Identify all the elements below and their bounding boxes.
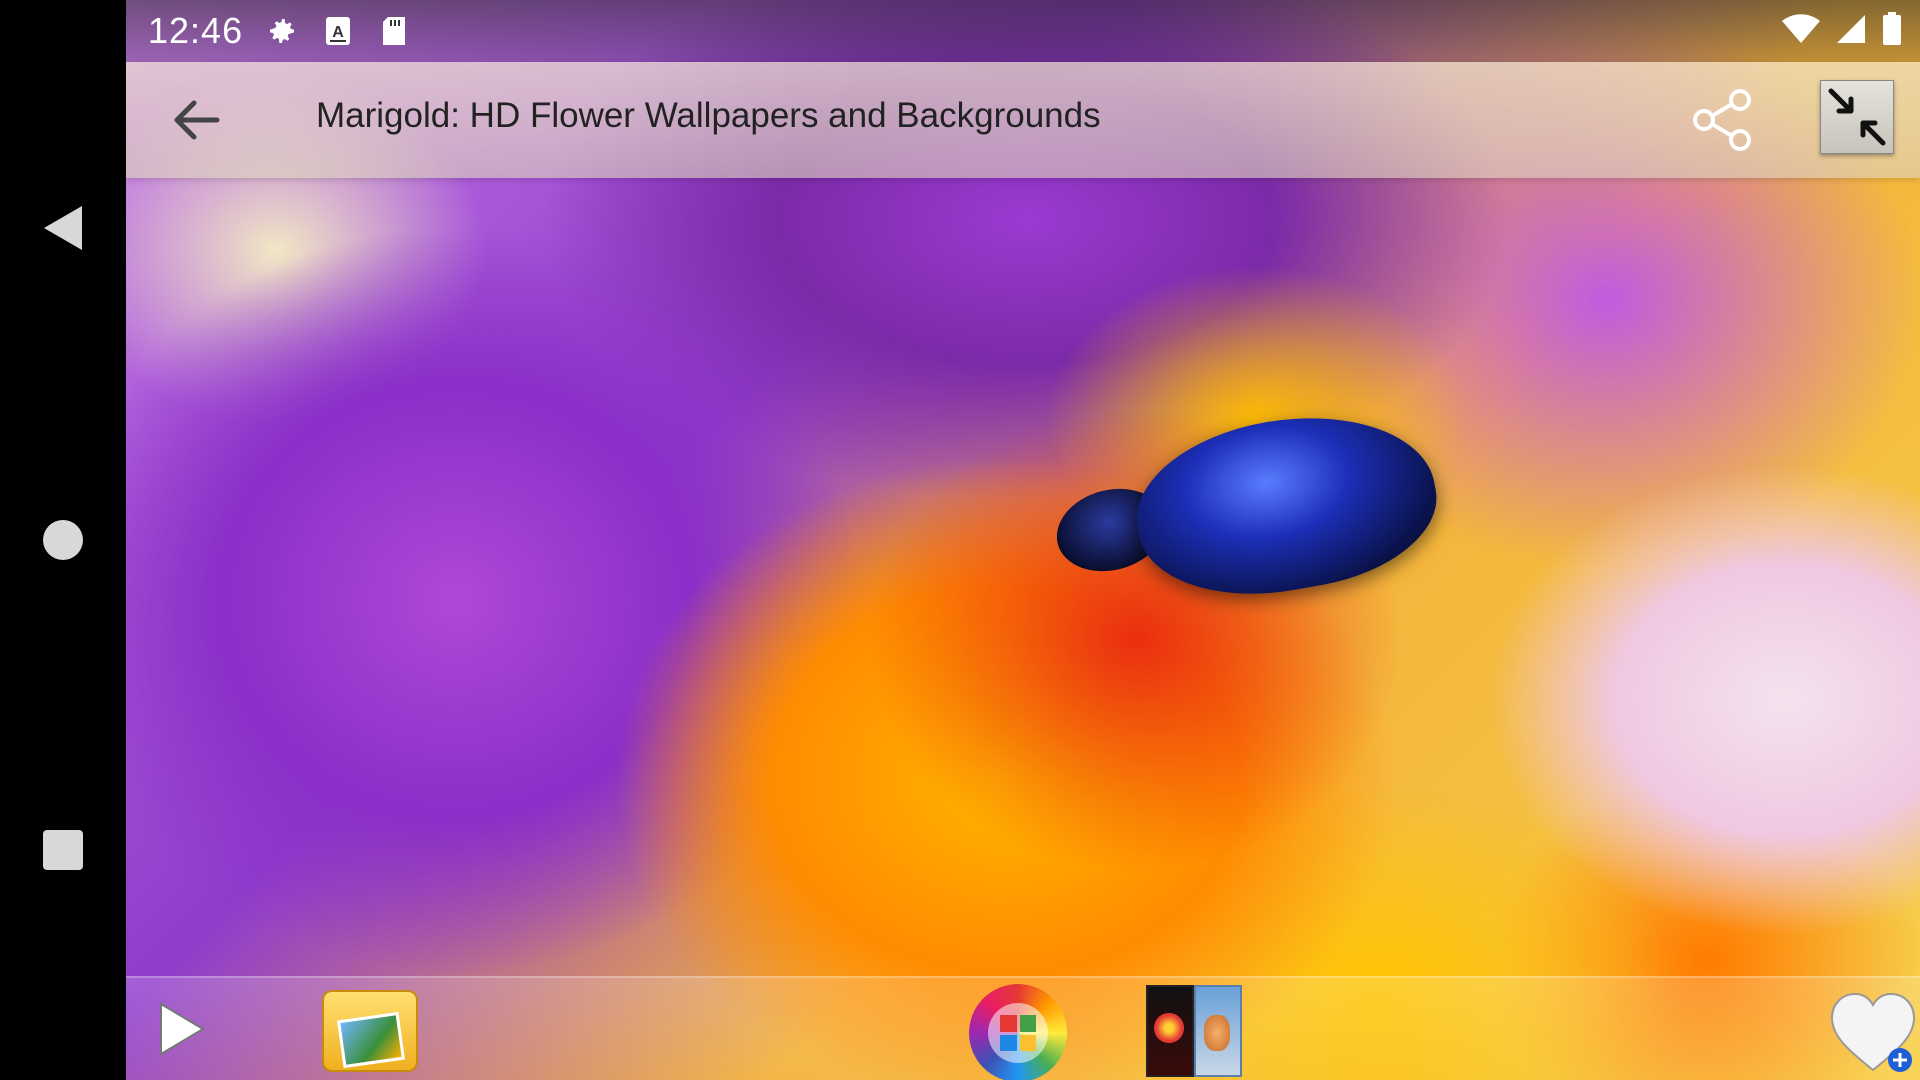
share-icon bbox=[1693, 89, 1751, 151]
page-title: Marigold: HD Flower Wallpapers and Backg… bbox=[316, 96, 1101, 135]
action-bar: Marigold: HD Flower Wallpapers and Backg… bbox=[126, 62, 1920, 178]
cell-signal-icon bbox=[1836, 14, 1866, 49]
play-icon bbox=[160, 1002, 205, 1056]
a-keyboard-icon: A bbox=[321, 14, 355, 48]
color-filter-button[interactable] bbox=[968, 984, 1068, 1080]
system-recents-button[interactable] bbox=[0, 790, 126, 910]
more-wallpapers-button[interactable] bbox=[1146, 985, 1242, 1077]
system-home-button[interactable] bbox=[0, 480, 126, 600]
exit-fullscreen-icon bbox=[1828, 88, 1886, 146]
wifi-icon bbox=[1782, 13, 1820, 49]
system-back-button[interactable] bbox=[0, 168, 126, 288]
color-wheel-icon bbox=[969, 984, 1067, 1080]
favorite-button[interactable] bbox=[1826, 988, 1920, 1078]
gallery-folder-icon bbox=[322, 990, 418, 1072]
bottom-toolbar bbox=[126, 976, 1920, 1080]
slideshow-play-button[interactable] bbox=[152, 996, 212, 1062]
home-circle-icon bbox=[43, 520, 83, 560]
status-right-group bbox=[1782, 0, 1902, 62]
gallery-button[interactable] bbox=[322, 988, 418, 1074]
exit-fullscreen-button[interactable] bbox=[1820, 80, 1894, 154]
svg-text:A: A bbox=[332, 24, 344, 41]
app-screen: 12:46 A Marigold: HD Flower Wallpapers a bbox=[126, 0, 1920, 1080]
status-time: 12:46 bbox=[148, 10, 244, 51]
system-navigation-bar bbox=[0, 0, 126, 1080]
arrow-left-icon bbox=[174, 100, 220, 140]
status-bar: 12:46 A bbox=[126, 0, 1920, 62]
back-triangle-icon bbox=[44, 206, 82, 250]
favorite-heart-icon bbox=[1830, 992, 1916, 1072]
gear-icon bbox=[265, 14, 299, 48]
sd-card-icon bbox=[377, 14, 411, 48]
photos-icon bbox=[1146, 985, 1242, 1077]
battery-icon bbox=[1882, 11, 1902, 51]
back-button[interactable] bbox=[166, 92, 226, 148]
share-button[interactable] bbox=[1686, 84, 1760, 156]
recents-square-icon bbox=[43, 830, 83, 870]
